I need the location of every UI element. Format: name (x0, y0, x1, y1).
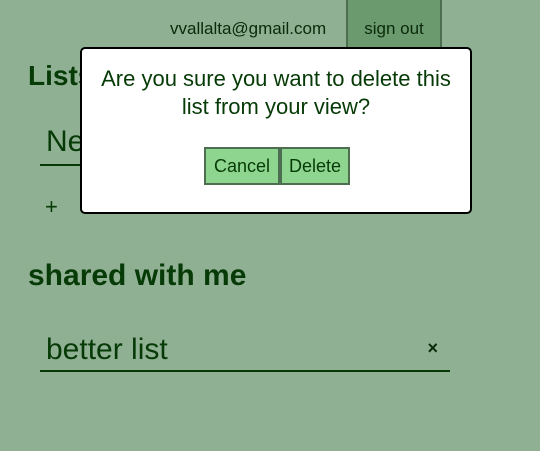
shared-heading: shared with me (28, 259, 247, 292)
user-email: vvallalta@gmail.com (170, 19, 327, 38)
dialog-message: Are you sure you want to delete this lis… (101, 66, 451, 119)
delete-button[interactable]: Delete (280, 147, 350, 185)
delete-confirm-dialog: Are you sure you want to delete this lis… (80, 47, 472, 214)
cancel-button[interactable]: Cancel (204, 147, 280, 185)
remove-list-icon[interactable]: × (427, 339, 438, 357)
shared-list-name[interactable]: better list (46, 333, 168, 367)
sign-out-button[interactable]: sign out (346, 0, 442, 50)
shared-list-item[interactable]: better list × (40, 327, 450, 372)
add-list-icon[interactable]: + (45, 196, 58, 218)
